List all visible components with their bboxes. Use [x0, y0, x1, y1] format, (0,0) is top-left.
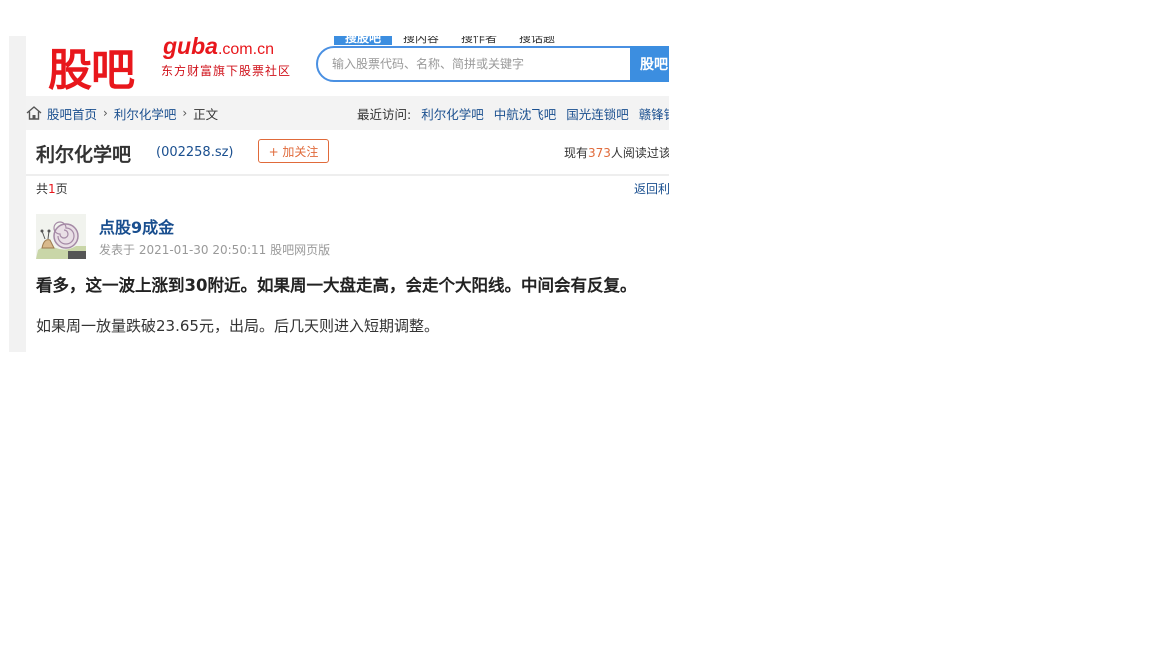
page-count-suffix: 页: [55, 182, 68, 196]
recent-visit-link[interactable]: 中航沈飞吧: [494, 104, 557, 123]
page-count-prefix: 共: [36, 182, 49, 196]
search-input[interactable]: [332, 48, 622, 80]
reader-count: 现有373人阅读过该: [564, 144, 669, 161]
logo-tagline: 东方财富旗下股票社区: [161, 64, 292, 78]
page-count-number: 1: [48, 182, 56, 196]
search-button[interactable]: 股吧: [630, 46, 669, 82]
post-meta: 发表于 2021-01-30 20:50:11 股吧网页版: [99, 243, 331, 257]
follow-button[interactable]: + 加关注: [258, 139, 329, 163]
search-tab-content[interactable]: 搜内容: [392, 36, 450, 45]
search-tab-author[interactable]: 搜作者: [450, 36, 508, 45]
home-icon[interactable]: [26, 106, 42, 120]
search-tabs: 搜股吧 搜内容 搜作者 搜话题: [334, 36, 566, 45]
site-logo[interactable]: 股吧 guba.com.cn 东方财富旗下股票社区: [48, 36, 328, 96]
breadcrumb: 股吧首页 › 利尔化学吧 › 正文: [26, 96, 218, 130]
reader-count-prefix: 现有: [564, 146, 589, 160]
recent-visit-link[interactable]: 利尔化学吧: [421, 104, 484, 123]
bar-name[interactable]: 利尔化学吧: [36, 140, 131, 167]
logo-chinese-text: 股吧: [48, 45, 135, 96]
recent-visits-label: 最近访问:: [357, 106, 412, 122]
author-name[interactable]: 点股9成金: [99, 214, 174, 238]
bar-title-row: 利尔化学吧 (002258.sz) + 加关注 现有373人阅读过该: [26, 130, 669, 176]
recent-visits: 最近访问: 利尔化学吧 中航沈飞吧 国光连锁吧 赣锋锂: [357, 96, 669, 130]
breadcrumb-bar: 股吧首页 › 利尔化学吧 › 正文 最近访问: 利尔化学吧 中航沈飞吧 国光连锁…: [26, 96, 669, 130]
page-count: 共1页: [36, 180, 68, 197]
logo-domain-name: guba: [163, 36, 218, 59]
recent-visit-link[interactable]: 国光连锁吧: [566, 104, 629, 123]
snail-avatar-icon: [36, 214, 86, 259]
post-body: 如果周一放量跌破23.65元，出局。后几天则进入短期调整。: [36, 317, 439, 335]
recent-visit-link[interactable]: 赣锋锂: [639, 104, 669, 123]
search-tab-topic[interactable]: 搜话题: [508, 36, 566, 45]
return-link[interactable]: 返回利: [634, 180, 669, 197]
breadcrumb-home-link[interactable]: 股吧首页: [47, 104, 97, 123]
reader-count-suffix: 人阅读过该: [610, 146, 669, 160]
chevron-right-icon: ›: [182, 106, 188, 120]
stock-code[interactable]: (002258.sz): [156, 145, 234, 160]
logo-domain: guba.com.cn: [163, 36, 274, 60]
breadcrumb-bar-link[interactable]: 利尔化学吧: [114, 104, 177, 123]
browser-viewport: 股吧 guba.com.cn 东方财富旗下股票社区 搜股吧 搜内容 搜作者 搜话…: [9, 36, 669, 352]
site-header: 股吧 guba.com.cn 东方财富旗下股票社区 搜股吧 搜内容 搜作者 搜话…: [26, 36, 669, 96]
logo-domain-suffix: .com.cn: [217, 41, 274, 58]
post-title: 看多，这一波上涨到30附近。如果周一大盘走高，会走个大阳线。中间会有反复。: [36, 276, 637, 295]
search-tab-bar[interactable]: 搜股吧: [334, 36, 393, 45]
avatar[interactable]: [36, 214, 86, 259]
reader-count-number: 373: [588, 146, 611, 160]
search-box: 股吧: [316, 46, 669, 82]
breadcrumb-current: 正文: [193, 106, 219, 122]
chevron-right-icon: ›: [103, 106, 108, 120]
page-frame: 股吧 guba.com.cn 东方财富旗下股票社区 搜股吧 搜内容 搜作者 搜话…: [26, 36, 669, 352]
